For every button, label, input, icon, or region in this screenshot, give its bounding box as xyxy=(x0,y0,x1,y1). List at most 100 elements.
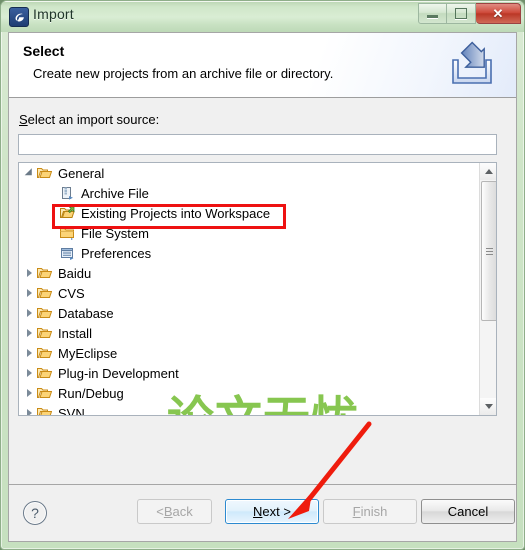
twisty-collapsed-icon[interactable] xyxy=(25,383,36,403)
tree-item-file-system[interactable]: File System xyxy=(19,223,479,243)
tree-item-preferences[interactable]: Preferences xyxy=(19,243,479,263)
window-frame: Import ✕ Select Create new projects from… xyxy=(0,0,525,550)
tree-item-archive-file[interactable]: Archive File xyxy=(19,183,479,203)
back-accel: B xyxy=(163,504,173,519)
tree-item-label: Preferences xyxy=(81,245,152,261)
back-label-prefix: < xyxy=(156,504,164,519)
scrollbar-thumb[interactable] xyxy=(481,181,496,321)
tree-item-svn[interactable]: SVN xyxy=(19,403,479,415)
chevron-right-icon xyxy=(27,309,32,317)
open-folder-icon xyxy=(36,365,54,381)
label-rest: elect an import source: xyxy=(27,112,160,127)
twisty-collapsed-icon[interactable] xyxy=(25,263,36,283)
tree-item-baidu[interactable]: Baidu xyxy=(19,263,479,283)
minimize-icon xyxy=(427,15,438,18)
tree-item-myeclipse[interactable]: MyEclipse xyxy=(19,343,479,363)
import-wizard-window: Import ✕ Select Create new projects from… xyxy=(0,0,525,550)
import-source-tree[interactable]: General Archive File Existing Projects int… xyxy=(18,162,497,416)
eclipse-icon xyxy=(9,7,29,27)
maximize-icon xyxy=(455,8,467,19)
tree-item-plug-in-development[interactable]: Plug-in Development xyxy=(19,363,479,383)
existing-projects-icon xyxy=(59,205,77,221)
twisty-collapsed-icon[interactable] xyxy=(25,403,36,415)
twisty-collapsed-icon[interactable] xyxy=(25,323,36,343)
tree-item-label: CVS xyxy=(58,285,85,301)
tree-item-label: MyEclipse xyxy=(58,345,118,361)
twisty-collapsed-icon[interactable] xyxy=(25,303,36,323)
page-description: Create new projects from an archive file… xyxy=(33,66,334,81)
chevron-down-icon xyxy=(484,404,493,409)
tree-item-label: Run/Debug xyxy=(58,385,124,401)
next-accel: N xyxy=(253,504,263,519)
tree-item-label: Install xyxy=(58,325,92,341)
tree-item-label: Existing Projects into Workspace xyxy=(81,205,271,221)
tree-item-label: General xyxy=(58,165,105,181)
grip-icon xyxy=(486,247,493,255)
finish-label-rest: inish xyxy=(360,504,388,519)
tree-item-general[interactable]: General xyxy=(19,163,479,183)
tree-item-label: Baidu xyxy=(58,265,92,281)
open-folder-icon xyxy=(36,385,54,401)
chevron-right-icon xyxy=(27,329,32,337)
minimize-button[interactable] xyxy=(418,3,447,24)
back-button[interactable]: < Back xyxy=(137,499,212,524)
chevron-right-icon xyxy=(27,389,32,397)
tree-item-label: File System xyxy=(81,225,149,241)
page-title: Select xyxy=(23,43,65,59)
twisty-collapsed-icon[interactable] xyxy=(25,343,36,363)
archive-file-icon xyxy=(59,185,77,201)
tree-item-label: Archive File xyxy=(81,185,149,201)
tree-item-existing-projects-into-workspace[interactable]: Existing Projects into Workspace xyxy=(19,203,479,223)
tree-item-label: SVN xyxy=(58,405,85,416)
window-controls: ✕ xyxy=(418,3,521,25)
tree-item-database[interactable]: Database xyxy=(19,303,479,323)
open-folder-icon xyxy=(36,265,54,281)
tree-item-label: Plug-in Development xyxy=(58,365,179,381)
finish-accel: F xyxy=(352,504,361,519)
chevron-up-icon xyxy=(484,169,493,174)
label-accel: S xyxy=(19,112,28,127)
scroll-up-button[interactable] xyxy=(480,163,496,180)
open-folder-icon xyxy=(36,325,54,341)
window-title: Import xyxy=(33,6,74,22)
import-source-label: Select an import source: xyxy=(19,112,159,127)
next-button[interactable]: Next > xyxy=(225,499,319,524)
tree-item-run-debug[interactable]: Run/Debug xyxy=(19,383,479,403)
chevron-right-icon xyxy=(27,289,32,297)
twisty-collapsed-icon[interactable] xyxy=(25,283,36,303)
finish-button[interactable]: Finish xyxy=(323,499,417,524)
wizard-body: Select an import source: General Archive … xyxy=(9,98,516,485)
back-label-rest: ack xyxy=(172,504,193,519)
close-icon: ✕ xyxy=(492,6,504,21)
chevron-right-icon xyxy=(27,409,32,415)
tree-rows[interactable]: General Archive File Existing Projects int… xyxy=(19,163,479,415)
open-folder-icon xyxy=(36,305,54,321)
open-folder-icon xyxy=(36,405,54,415)
twisty-expanded-icon[interactable] xyxy=(24,163,36,183)
tree-item-install[interactable]: Install xyxy=(19,323,479,343)
tree-item-label: Database xyxy=(58,305,114,321)
help-button[interactable]: ? xyxy=(23,501,47,525)
chevron-down-icon xyxy=(24,168,36,179)
preferences-icon xyxy=(59,245,77,261)
import-wizard-icon xyxy=(444,37,500,93)
dialog-client-area: Select Create new projects from an archi… xyxy=(8,32,517,542)
open-folder-icon xyxy=(36,345,54,361)
title-bar[interactable]: Import ✕ xyxy=(1,1,524,32)
tree-vertical-scrollbar[interactable] xyxy=(479,163,496,415)
tree-item-cvs[interactable]: CVS xyxy=(19,283,479,303)
maximize-button[interactable] xyxy=(447,3,476,24)
filter-input[interactable] xyxy=(18,134,497,155)
chevron-right-icon xyxy=(27,269,32,277)
chevron-right-icon xyxy=(27,349,32,357)
dialog-button-bar: ? < Back Next > Finish Cancel xyxy=(9,484,516,541)
close-button[interactable]: ✕ xyxy=(476,3,521,24)
open-folder-icon xyxy=(36,165,54,181)
twisty-collapsed-icon[interactable] xyxy=(25,363,36,383)
folder-icon xyxy=(59,225,77,241)
scroll-down-button[interactable] xyxy=(480,398,496,415)
chevron-right-icon xyxy=(27,369,32,377)
next-label-rest: ext > xyxy=(262,504,291,519)
cancel-button[interactable]: Cancel xyxy=(421,499,515,524)
open-folder-icon xyxy=(36,285,54,301)
